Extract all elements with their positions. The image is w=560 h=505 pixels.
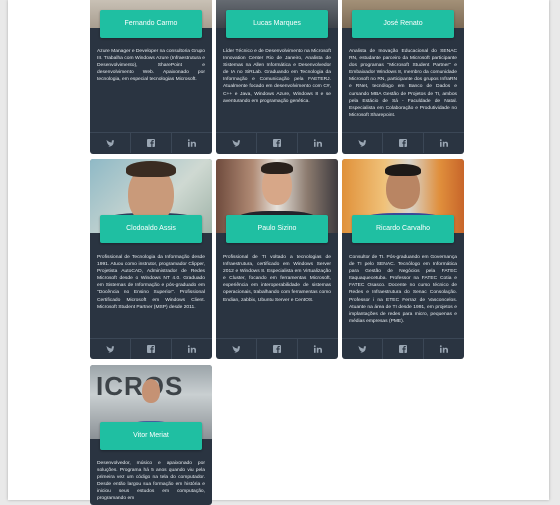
linkedin-link[interactable] bbox=[298, 133, 338, 153]
social-links bbox=[90, 132, 212, 153]
team-card: Paulo Sizino Profissional de TI voltado … bbox=[216, 159, 338, 359]
twitter-link[interactable] bbox=[90, 133, 131, 153]
member-bio: Consultor de TI. Pós-graduando em Govern… bbox=[349, 255, 457, 324]
member-name: Ricardo Carvalho bbox=[352, 215, 454, 243]
twitter-icon bbox=[232, 139, 240, 147]
linkedin-icon bbox=[439, 139, 448, 147]
team-card: ICROS Vitor Meriat Desenvolvedor, músico… bbox=[90, 365, 212, 505]
twitter-icon bbox=[232, 345, 240, 353]
linkedin-icon bbox=[187, 139, 196, 147]
facebook-icon bbox=[273, 139, 281, 147]
member-name: José Renato bbox=[352, 10, 454, 38]
twitter-link[interactable] bbox=[342, 339, 383, 359]
social-links bbox=[342, 338, 464, 359]
social-links bbox=[216, 132, 338, 153]
member-bio: Profissional de Tecnologia da Informação… bbox=[97, 255, 205, 310]
member-bio: Profissional de TI voltado a tecnologias… bbox=[223, 255, 331, 303]
facebook-link[interactable] bbox=[383, 133, 424, 153]
linkedin-link[interactable] bbox=[298, 339, 338, 359]
facebook-link[interactable] bbox=[257, 339, 298, 359]
linkedin-link[interactable] bbox=[172, 133, 212, 153]
member-bio: Desenvolvedor, músico e apaixonado por s… bbox=[97, 461, 205, 502]
member-name: Paulo Sizino bbox=[226, 215, 328, 243]
team-card: Ricardo Carvalho Consultor de TI. Pós-gr… bbox=[342, 159, 464, 359]
member-name: Clodoaldo Assis bbox=[100, 215, 202, 243]
page-content: Fernando Carmo Azure Manager e Developer… bbox=[8, 0, 549, 505]
member-bio: Azure Manager e Developer na consultoria… bbox=[97, 49, 205, 83]
twitter-link[interactable] bbox=[90, 339, 131, 359]
linkedin-link[interactable] bbox=[172, 339, 212, 359]
linkedin-icon bbox=[439, 345, 448, 353]
facebook-link[interactable] bbox=[131, 339, 172, 359]
social-links bbox=[90, 338, 212, 359]
member-bio: Analista de Inovação Educacional do SENA… bbox=[349, 49, 457, 118]
member-name: Vitor Meriat bbox=[100, 422, 202, 450]
linkedin-icon bbox=[187, 345, 196, 353]
facebook-icon bbox=[399, 139, 407, 147]
twitter-link[interactable] bbox=[342, 133, 383, 153]
member-name: Fernando Carmo bbox=[100, 10, 202, 38]
team-card: José Renato Analista de Inovação Educaci… bbox=[342, 0, 464, 154]
facebook-icon bbox=[147, 345, 155, 353]
linkedin-icon bbox=[313, 345, 322, 353]
team-card: Clodoaldo Assis Profissional de Tecnolog… bbox=[90, 159, 212, 359]
social-links bbox=[342, 132, 464, 153]
twitter-icon bbox=[358, 139, 366, 147]
twitter-link[interactable] bbox=[216, 133, 257, 153]
twitter-icon bbox=[106, 345, 114, 353]
twitter-icon bbox=[358, 345, 366, 353]
linkedin-link[interactable] bbox=[424, 339, 464, 359]
member-bio: Líder Técnico e de Desenvolvimento na Mi… bbox=[223, 49, 331, 104]
linkedin-link[interactable] bbox=[424, 133, 464, 153]
twitter-icon bbox=[106, 139, 114, 147]
member-name: Lucas Marques bbox=[226, 10, 328, 38]
facebook-icon bbox=[399, 345, 407, 353]
social-links bbox=[216, 338, 338, 359]
linkedin-icon bbox=[313, 139, 322, 147]
facebook-link[interactable] bbox=[257, 133, 298, 153]
team-card: Fernando Carmo Azure Manager e Developer… bbox=[90, 0, 212, 154]
background-lettering: ICROS bbox=[96, 371, 184, 401]
facebook-link[interactable] bbox=[383, 339, 424, 359]
facebook-link[interactable] bbox=[131, 133, 172, 153]
team-card: Lucas Marques Líder Técnico e de Desenvo… bbox=[216, 0, 338, 154]
twitter-link[interactable] bbox=[216, 339, 257, 359]
facebook-icon bbox=[273, 345, 281, 353]
facebook-icon bbox=[147, 139, 155, 147]
